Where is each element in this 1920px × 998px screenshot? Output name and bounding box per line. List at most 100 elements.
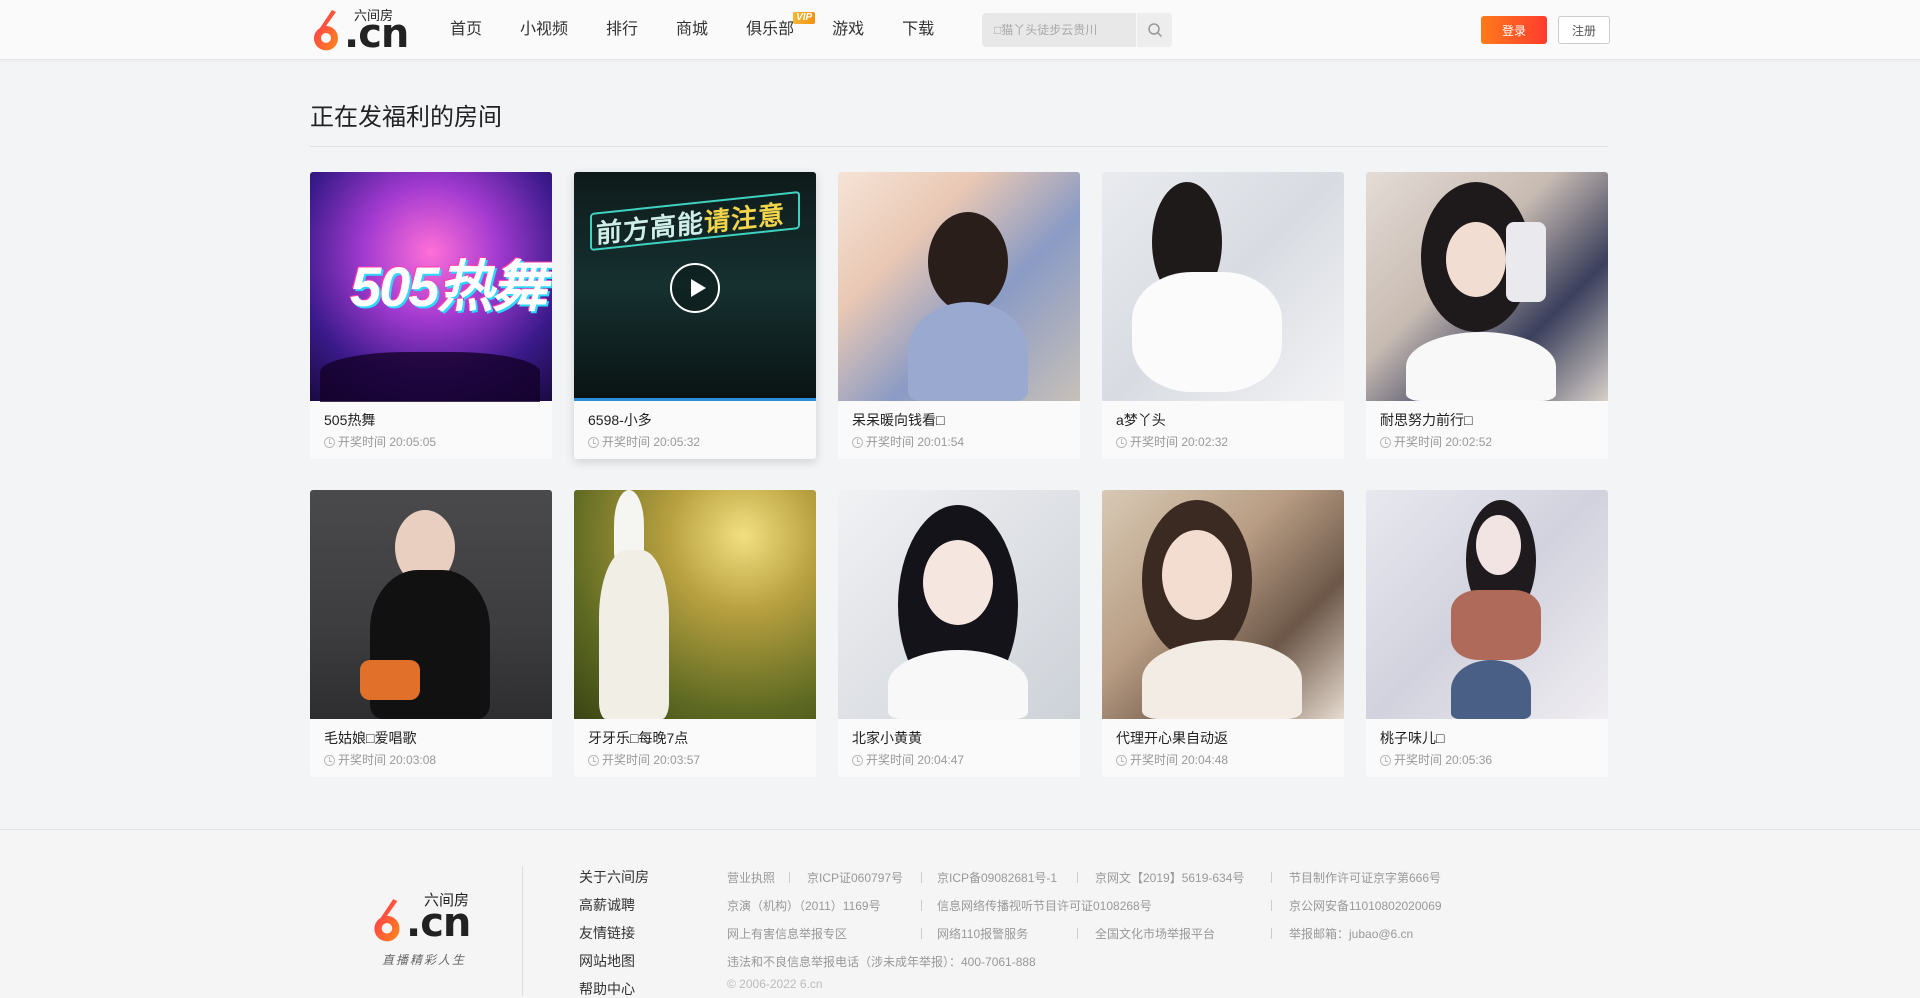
title-divider <box>310 146 1608 147</box>
draw-time: 开奖时间 20:04:47 <box>852 753 964 767</box>
footer-link-jobs[interactable]: 高薪诚聘 <box>579 891 649 919</box>
body-shape <box>908 302 1028 401</box>
room-card[interactable]: 牙牙乐□每晚7点 开奖时间 20:03:57 <box>574 490 816 777</box>
draw-time: 开奖时间 20:01:54 <box>852 435 964 449</box>
separator <box>921 900 922 911</box>
license-icp-cert[interactable]: 京ICP证060797号 <box>807 868 903 888</box>
room-card[interactable]: a梦丫头 开奖时间 20:02:32 <box>1102 172 1344 459</box>
license-av[interactable]: 信息网络传播视听节目许可证0108268号 <box>937 896 1152 916</box>
room-thumbnail <box>1102 172 1344 401</box>
license-business[interactable]: 营业执照 <box>727 868 775 888</box>
draw-time: 开奖时间 20:05:36 <box>1380 753 1492 767</box>
jeans-shape <box>1451 660 1531 719</box>
thumb-text-a: 前方高能 <box>596 207 705 249</box>
search-button[interactable] <box>1136 13 1172 47</box>
room-name: 毛姑娘□爱唱歌 <box>324 730 417 746</box>
footer-link-sitemap[interactable]: 网站地图 <box>579 947 649 975</box>
room-name: 呆呆暖向钱看□ <box>852 412 945 428</box>
nav-download[interactable]: 下载 <box>902 0 934 60</box>
license-icp-record[interactable]: 京ICP备09082681号-1 <box>937 868 1057 888</box>
room-card[interactable]: 毛姑娘□爱唱歌 开奖时间 20:03:08 <box>310 490 552 777</box>
nav-club[interactable]: 俱乐部 VIP <box>746 0 816 60</box>
play-icon[interactable] <box>670 263 720 313</box>
clock-icon <box>588 754 599 766</box>
room-card[interactable]: 耐思努力前行□ 开奖时间 20:02:52 <box>1366 172 1608 459</box>
search-input[interactable] <box>982 13 1137 47</box>
room-thumbnail <box>1102 490 1344 719</box>
footer-link-help[interactable]: 帮助中心 <box>579 975 649 998</box>
draw-time-text: 开奖时间 20:03:08 <box>338 753 437 767</box>
body-shape <box>599 550 669 719</box>
room-card[interactable]: 桃子味儿□ 开奖时间 20:05:36 <box>1366 490 1608 777</box>
thumb-text: 505热舞 <box>350 255 547 318</box>
room-name: 牙牙乐□每晚7点 <box>588 730 689 746</box>
room-name: 505热舞 <box>324 412 376 428</box>
room-card[interactable]: 前方高能请注意 6598-小多 开奖时间 20:05:32 <box>574 172 816 459</box>
license-program[interactable]: 节目制作许可证京字第666号 <box>1289 868 1441 888</box>
draw-time: 开奖时间 20:05:32 <box>588 435 700 449</box>
clock-icon <box>324 754 335 766</box>
nav-ranking[interactable]: 排行 <box>606 0 638 60</box>
room-thumbnail <box>838 172 1080 401</box>
room-name: 代理开心果自动返 <box>1116 730 1228 746</box>
license-performance[interactable]: 京演（机构）（2011）1169号 <box>727 896 881 916</box>
footer-links: 关于六间房 高薪诚聘 友情链接 网站地图 帮助中心 <box>579 863 649 998</box>
draw-time-text: 开奖时间 20:05:05 <box>338 435 437 449</box>
room-card[interactable]: 代理开心果自动返 开奖时间 20:04:48 <box>1102 490 1344 777</box>
separator <box>921 872 922 883</box>
clock-icon <box>852 436 863 448</box>
nav-home[interactable]: 首页 <box>450 0 482 60</box>
login-button[interactable]: 登录 <box>1481 16 1547 44</box>
main-nav: 首页 小视频 排行 商城 俱乐部 VIP 游戏 下载 <box>450 0 972 60</box>
report-110[interactable]: 网络110报警服务 <box>937 924 1028 944</box>
room-card[interactable]: 北家小黄黄 开奖时间 20:04:47 <box>838 490 1080 777</box>
room-card[interactable]: 505热舞 505热舞 开奖时间 20:05:05 <box>310 172 552 459</box>
page-title: 正在发福利的房间 <box>310 104 502 131</box>
room-card[interactable]: 呆呆暖向钱看□ 开奖时间 20:01:54 <box>838 172 1080 459</box>
footer-link-about[interactable]: 关于六间房 <box>579 863 649 891</box>
clock-icon <box>1116 754 1127 766</box>
report-culture-market[interactable]: 全国文化市场举报平台 <box>1095 924 1215 944</box>
body-shape <box>1406 332 1556 401</box>
footer-logo[interactable]: 六间房 .cn <box>370 893 480 943</box>
clock-icon <box>1116 436 1127 448</box>
footer-divider <box>522 866 523 996</box>
top-header: 六间房 .cn 首页 小视频 排行 商城 俱乐部 VIP 游戏 下载 □猫丫头徒… <box>0 0 1920 60</box>
clock-icon <box>1380 754 1391 766</box>
draw-time-text: 开奖时间 20:01:54 <box>866 435 965 449</box>
nav-games[interactable]: 游戏 <box>832 0 864 60</box>
draw-time: 开奖时间 20:05:05 <box>324 435 436 449</box>
search-box <box>982 13 1172 47</box>
draw-time-text: 开奖时间 20:05:36 <box>1394 753 1493 767</box>
room-name: a梦丫头 <box>1116 412 1166 428</box>
room-name: 桃子味儿□ <box>1380 730 1445 746</box>
footer-link-friends[interactable]: 友情链接 <box>579 919 649 947</box>
site-logo[interactable]: 六间房 .cn <box>310 8 409 54</box>
report-phone: 违法和不良信息举报电话（涉未成年举报）：400-7061-888 <box>727 955 1036 969</box>
room-thumbnail <box>574 490 816 719</box>
separator <box>1271 872 1272 883</box>
clock-icon <box>588 436 599 448</box>
hair-shape <box>928 212 1008 312</box>
body-shape <box>1132 272 1282 392</box>
room-thumbnail <box>1366 172 1608 401</box>
license-police[interactable]: 京公网安备11010802020069 <box>1289 896 1442 916</box>
draw-time: 开奖时间 20:04:48 <box>1116 753 1228 767</box>
top-shape <box>1451 590 1541 660</box>
license-net-culture[interactable]: 京网文【2019】5619-634号 <box>1095 868 1244 888</box>
footer-slogan: 直播精彩人生 <box>382 953 467 967</box>
search-icon <box>1147 23 1162 38</box>
chair-shape <box>360 660 420 700</box>
room-thumbnail <box>838 490 1080 719</box>
nav-mall[interactable]: 商城 <box>676 0 708 60</box>
body-shape <box>888 650 1028 719</box>
thumb-text-b: 请注意 <box>704 199 786 238</box>
draw-time-text: 开奖时间 20:02:32 <box>1130 435 1229 449</box>
report-email[interactable]: 举报邮箱：jubao@6.cn <box>1289 924 1413 944</box>
logo-six-icon <box>314 10 339 51</box>
nav-short-video[interactable]: 小视频 <box>520 0 568 60</box>
register-button[interactable]: 注册 <box>1558 16 1610 44</box>
draw-time: 开奖时间 20:03:57 <box>588 753 700 767</box>
footer-logo-six-icon <box>374 899 400 942</box>
report-harmful[interactable]: 网上有害信息举报专区 <box>727 924 847 944</box>
